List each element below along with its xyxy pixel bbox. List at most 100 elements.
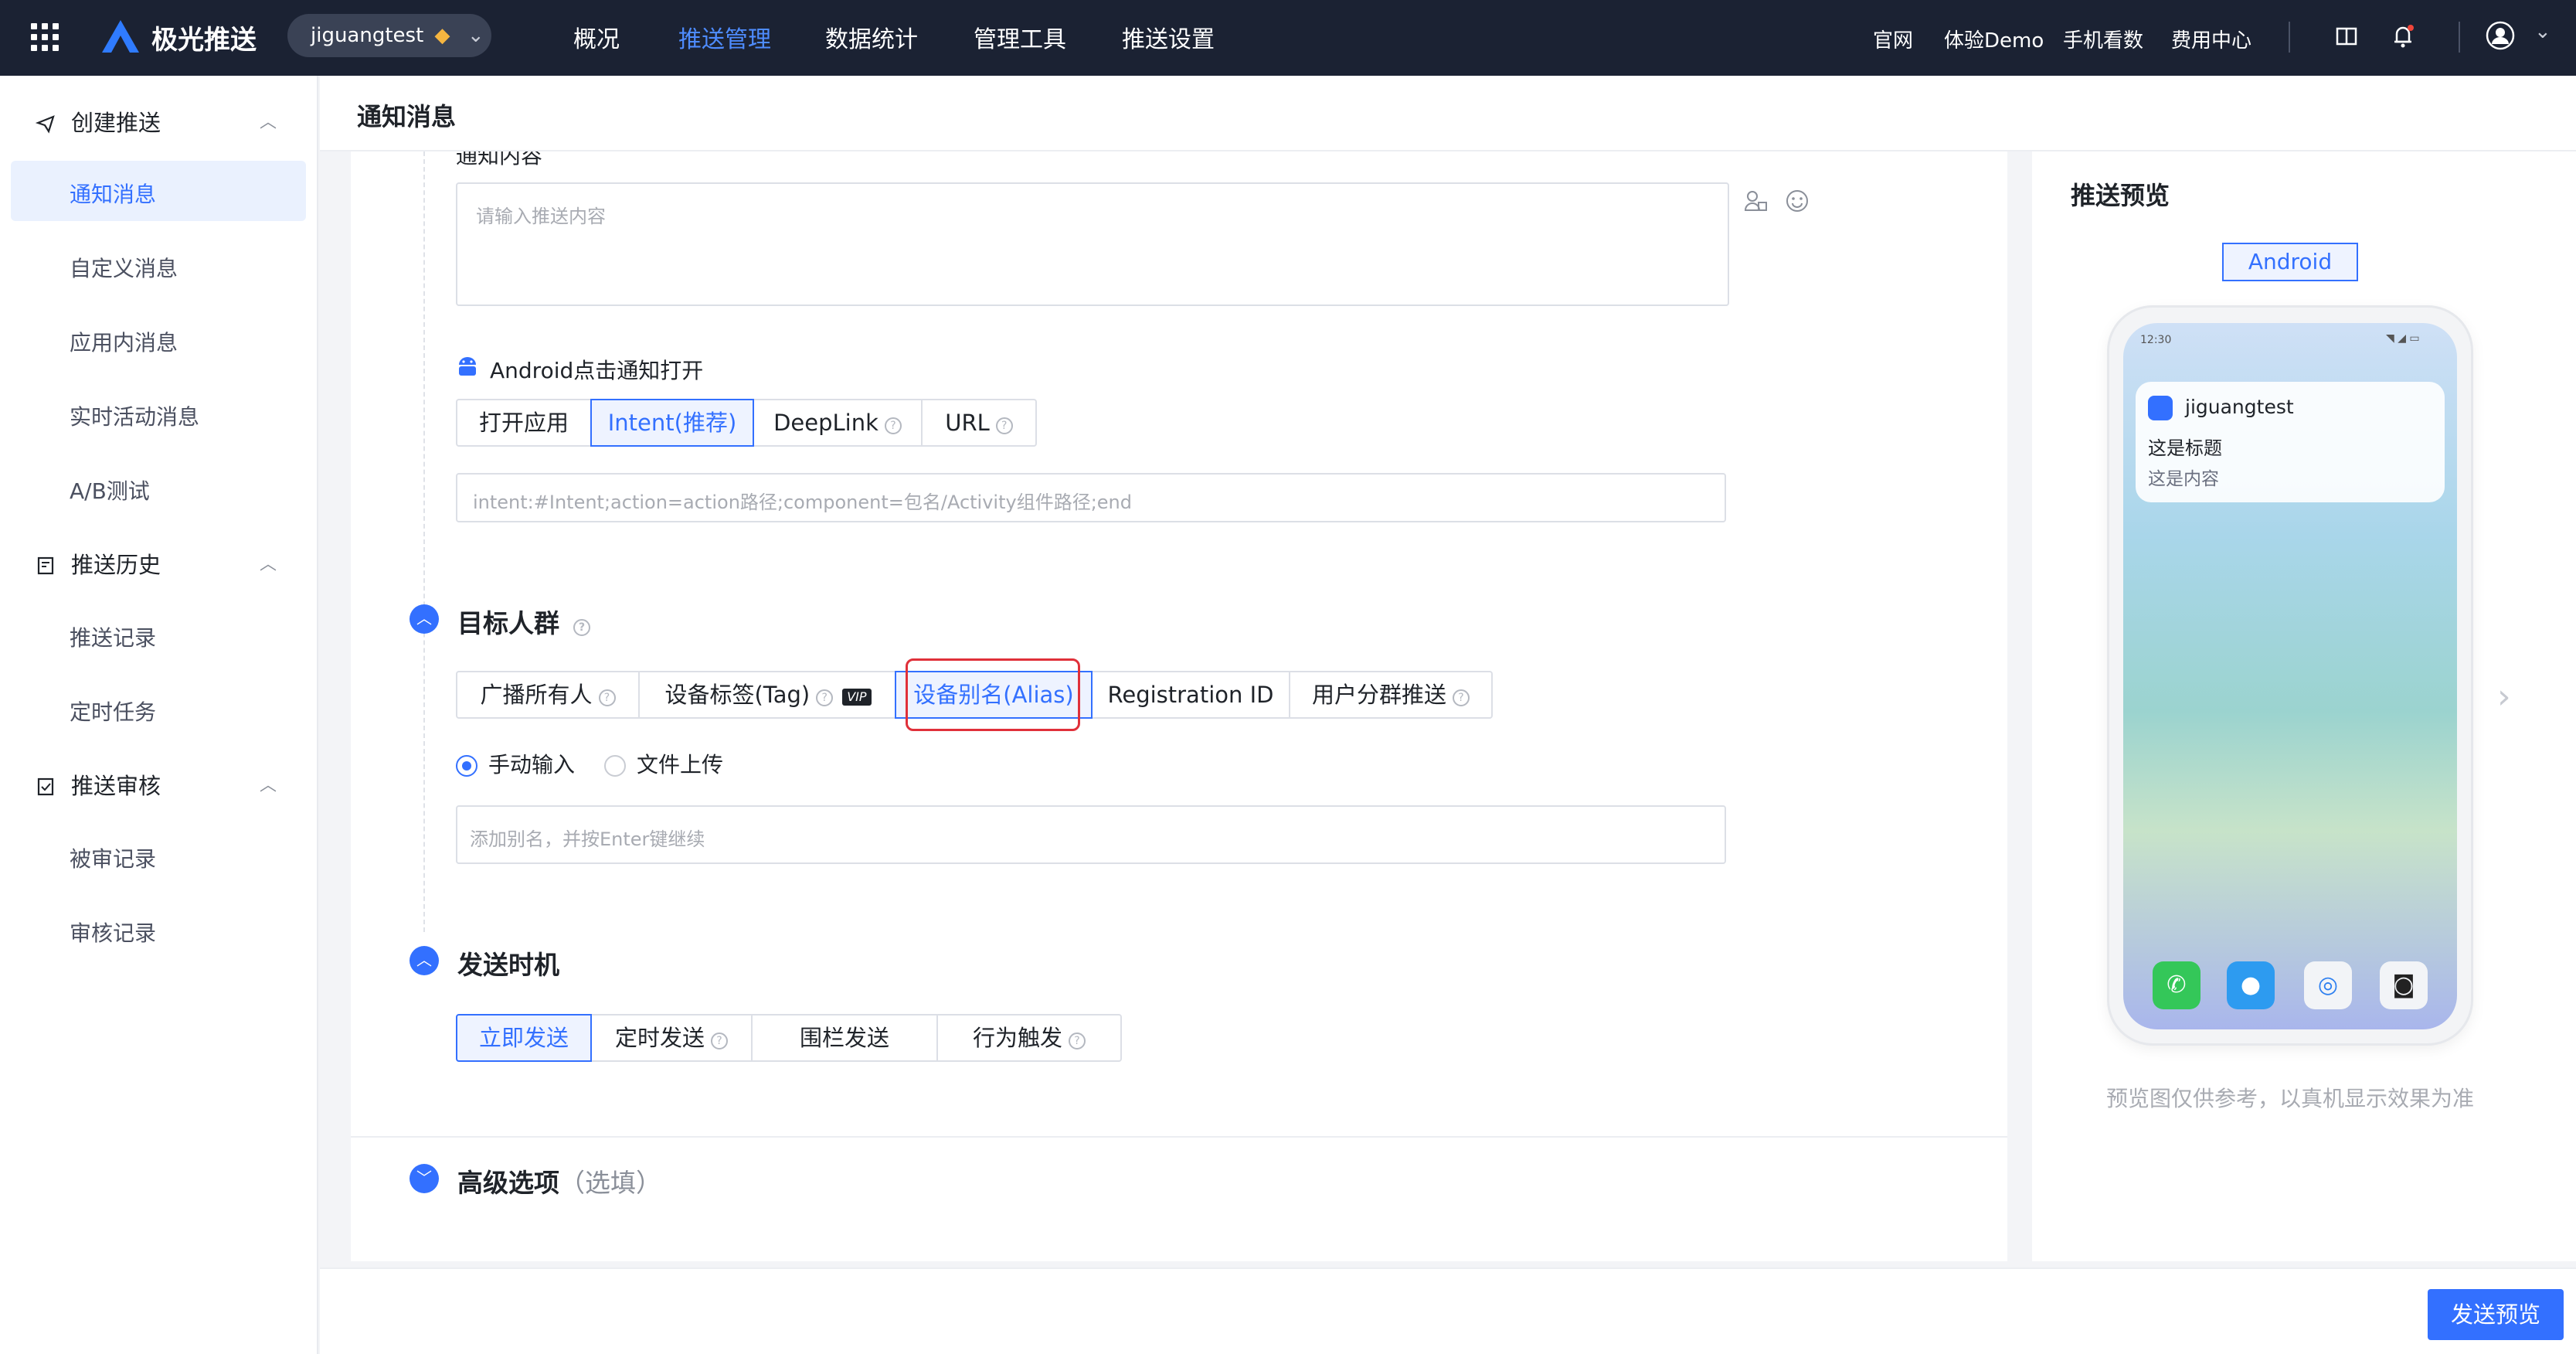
- intent-placeholder: intent:#Intent;action=action路径;component…: [473, 492, 1133, 513]
- sidebar-item-ab-test[interactable]: A/B测试: [70, 475, 150, 505]
- divider: [2459, 22, 2460, 53]
- notif-title: 这是标题: [2148, 437, 2222, 459]
- bell-icon[interactable]: [2391, 23, 2415, 49]
- link-mobile-view[interactable]: 手机看数: [2063, 25, 2143, 53]
- send-preview-button[interactable]: 发送预览: [2428, 1289, 2564, 1340]
- radio-checked[interactable]: [456, 755, 477, 777]
- help-icon[interactable]: ?: [995, 417, 1013, 434]
- sidebar-item-live-activity[interactable]: 实时活动消息: [70, 400, 199, 431]
- user-avatar-icon[interactable]: [2485, 20, 2516, 51]
- nav-management-tools[interactable]: 管理工具: [974, 20, 1066, 54]
- link-official-site[interactable]: 官网: [1873, 25, 1913, 53]
- browser-icon: ◎: [2304, 961, 2352, 1009]
- help-icon[interactable]: ?: [884, 417, 902, 434]
- open-mode-url[interactable]: URL?: [921, 399, 1037, 447]
- footer-bar: [320, 1267, 2576, 1354]
- chevron-right-icon[interactable]: ›: [2497, 677, 2511, 716]
- alias-placeholder: 添加别名，并按Enter键继续: [470, 828, 705, 850]
- sidebar-item-custom-message[interactable]: 自定义消息: [70, 252, 178, 283]
- chevron-down-icon[interactable]: ⌄: [2534, 20, 2551, 43]
- history-icon: [37, 556, 54, 575]
- brand-name: 极光推送: [151, 25, 257, 56]
- vip-badge: VIP: [842, 689, 872, 706]
- content-placeholder: 请输入推送内容: [476, 206, 606, 227]
- review-icon: [37, 777, 54, 796]
- preview-platform-tab[interactable]: Android: [2222, 243, 2358, 281]
- input-mode-file[interactable]: 文件上传: [604, 748, 723, 779]
- radio-unchecked[interactable]: [604, 755, 626, 777]
- open-mode-deeplink[interactable]: DeepLink?: [753, 399, 923, 447]
- app-name: jiguangtest: [311, 24, 424, 47]
- app-grid-icon[interactable]: [31, 23, 59, 51]
- input-mode-manual[interactable]: 手动输入: [456, 748, 575, 779]
- help-icon[interactable]: ?: [816, 689, 834, 706]
- sidebar-item-push-records[interactable]: 推送记录: [70, 621, 156, 652]
- sidebar-group-push-review[interactable]: 推送审核 ︿: [36, 768, 277, 801]
- status-time: 12:30: [2140, 334, 2172, 346]
- sidebar-item-reviewed-records[interactable]: 被审记录: [70, 842, 156, 873]
- brand-logo-icon: [102, 20, 139, 53]
- collapse-timing-icon[interactable]: ︿: [410, 946, 439, 975]
- divider: [351, 1136, 2007, 1138]
- chevron-up-icon: ︿: [260, 776, 277, 795]
- timing-geofence[interactable]: 围栏发送: [751, 1014, 938, 1062]
- notif-app-name: jiguangtest: [2185, 396, 2294, 418]
- nav-data-statistics[interactable]: 数据统计: [825, 20, 918, 54]
- divider: [2289, 22, 2290, 53]
- notif-content: 这是内容: [2148, 469, 2219, 489]
- book-icon[interactable]: [2335, 25, 2358, 48]
- chevron-up-icon: ︿: [260, 555, 277, 574]
- help-icon[interactable]: ?: [711, 1033, 728, 1050]
- sidebar-active-highlight: [11, 161, 306, 221]
- help-icon[interactable]: ?: [1069, 1033, 1086, 1050]
- section-guide-line: [423, 151, 425, 932]
- open-mode-app[interactable]: 打开应用: [456, 399, 592, 447]
- camera-icon: ◙: [2380, 961, 2428, 1009]
- alias-highlight-box: [906, 658, 1080, 731]
- advanced-section-title[interactable]: 高级选项（选填）: [457, 1162, 661, 1199]
- insert-variable-icon[interactable]: [1743, 189, 1768, 213]
- open-mode-intent[interactable]: Intent(推荐): [590, 399, 754, 447]
- top-navigation-bar: 极光推送 jiguangtest ◆ ⌄ 概况 推送管理 数据统计 管理工具 推…: [0, 0, 2576, 76]
- send-icon: [36, 115, 55, 134]
- expand-advanced-icon[interactable]: ﹀: [410, 1164, 439, 1193]
- content-textarea[interactable]: [456, 182, 1729, 306]
- emoji-icon[interactable]: [1785, 189, 1810, 213]
- chevron-up-icon: ︿: [260, 113, 277, 132]
- preview-title: 推送预览: [2071, 181, 2170, 210]
- target-registration-id[interactable]: Registration ID: [1091, 671, 1290, 719]
- timing-behavior[interactable]: 行为触发?: [936, 1014, 1122, 1062]
- help-icon[interactable]: ?: [573, 619, 590, 636]
- message-icon: ●: [2227, 961, 2275, 1009]
- target-broadcast[interactable]: 广播所有人?: [456, 671, 640, 719]
- nav-push-settings[interactable]: 推送设置: [1122, 20, 1215, 54]
- status-icons: ◥ ◢ ▭: [2386, 332, 2420, 345]
- nav-push-management[interactable]: 推送管理: [678, 20, 771, 54]
- timing-immediate[interactable]: 立即发送: [456, 1014, 592, 1062]
- sidebar-item-scheduled-tasks[interactable]: 定时任务: [70, 696, 156, 726]
- phone-call-icon: ✆: [2153, 961, 2200, 1009]
- target-tag[interactable]: 设备标签(Tag)? VIP: [638, 671, 898, 719]
- android-click-label: Android点击通知打开: [490, 358, 704, 383]
- timing-scheduled[interactable]: 定时发送?: [590, 1014, 753, 1062]
- sidebar-item-audit-records[interactable]: 审核记录: [70, 917, 156, 947]
- sidebar-item-notification[interactable]: 通知消息: [70, 178, 156, 209]
- android-icon: [459, 357, 476, 376]
- collapse-target-icon[interactable]: ︿: [410, 604, 439, 634]
- sidebar-group-create-push[interactable]: 创建推送 ︿: [36, 105, 277, 138]
- sidebar-group-push-history[interactable]: 推送历史 ︿: [36, 547, 277, 580]
- page-header: [320, 76, 2576, 151]
- app-switcher[interactable]: jiguangtest ◆ ⌄: [287, 14, 491, 57]
- timing-section-title: 发送时机: [457, 950, 559, 980]
- link-billing[interactable]: 费用中心: [2171, 25, 2251, 53]
- nav-overview[interactable]: 概况: [573, 20, 620, 54]
- help-icon[interactable]: ?: [1453, 689, 1470, 706]
- help-icon[interactable]: ?: [598, 689, 616, 706]
- preview-note: 预览图仅供参考，以真机显示效果为准: [2106, 1086, 2475, 1111]
- sidebar-item-in-app-message[interactable]: 应用内消息: [70, 326, 178, 357]
- target-section-title: 目标人群?: [457, 603, 590, 640]
- chevron-down-icon: ⌄: [467, 24, 484, 47]
- link-demo[interactable]: 体验Demo: [1944, 25, 2044, 53]
- target-user-segment[interactable]: 用户分群推送?: [1289, 671, 1493, 719]
- page-title: 通知消息: [357, 102, 457, 131]
